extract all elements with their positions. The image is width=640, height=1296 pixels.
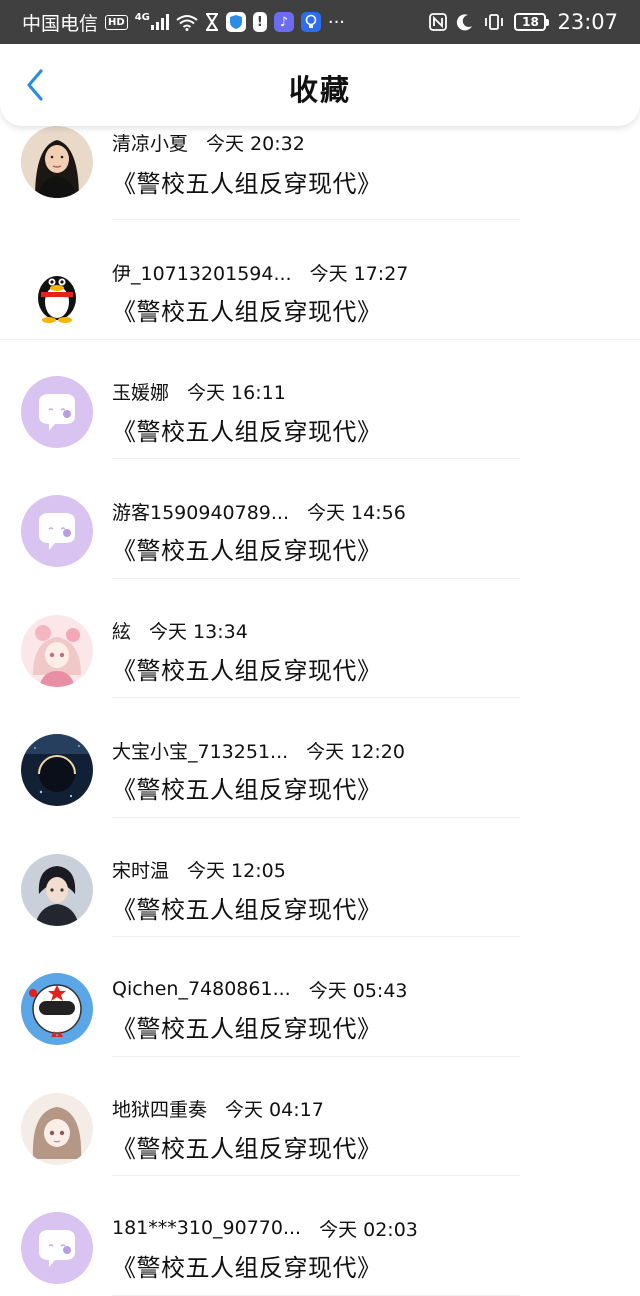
item-meta: 游客1590940789... 今天 14:56 <box>112 497 406 525</box>
timestamp: 今天 17:27 <box>309 262 409 285</box>
timestamp: 今天 16:11 <box>187 382 286 404</box>
item-meta: 地狱四重奏 今天 04:17 <box>112 1095 324 1123</box>
user-name: 玉媛娜 <box>112 382 170 404</box>
user-name: 大宝小宝_713251... <box>112 740 289 763</box>
status-bar: 中国电信 HD 4G ! ♪ ··· 18 23:07 <box>0 0 640 44</box>
user-name: 181***310_90770... <box>112 1217 302 1239</box>
list-item-3[interactable]: 玉媛娜 今天 16:11 《警校五人组反穿现代》 <box>0 340 640 459</box>
book-title[interactable]: 《警校五人组反穿现代》 <box>112 890 382 925</box>
moon-icon <box>457 14 473 31</box>
shield-app-icon <box>225 12 246 32</box>
book-title[interactable]: 《警校五人组反穿现代》 <box>112 770 382 805</box>
timestamp: 今天 12:20 <box>306 740 405 763</box>
timestamp: 今天 13:34 <box>149 621 248 643</box>
list-item-7[interactable]: 宋时温 今天 12:05 《警校五人组反穿现代》 <box>0 818 640 937</box>
clock: 23:07 <box>557 10 618 34</box>
avatar-anime-pink[interactable] <box>21 614 93 687</box>
alert-app-icon: ! <box>252 12 267 32</box>
item-meta: 玉媛娜 今天 16:11 <box>112 378 286 406</box>
avatar-anime-girl-brown[interactable] <box>21 1092 93 1165</box>
item-meta: Qichen_7480861... 今天 05:43 <box>112 975 408 1003</box>
user-name: 地狱四重奏 <box>112 1099 208 1121</box>
list-item-2[interactable]: 伊_10713201594... 今天 17:27 《警校五人组反穿现代》 <box>0 220 640 340</box>
avatar-astronaut-helmet[interactable] <box>21 973 93 1045</box>
avatar-qq-penguin[interactable] <box>21 256 93 328</box>
user-name: 游客1590940789... <box>112 501 290 524</box>
list-item-6[interactable]: 大宝小宝_713251... 今天 12:20 《警校五人组反穿现代》 <box>0 698 640 818</box>
hd-badge: HD <box>105 14 128 30</box>
item-meta: 宋时温 今天 12:05 <box>112 856 286 884</box>
book-title[interactable]: 《警校五人组反穿现代》 <box>112 412 382 447</box>
wifi-icon <box>176 14 198 31</box>
avatar-night-planet[interactable] <box>21 734 93 806</box>
battery-level: 18 <box>522 15 539 29</box>
item-meta: 伊_10713201594... 今天 17:27 <box>112 258 408 286</box>
user-name: 絃 <box>112 621 132 643</box>
list-item-4[interactable]: 游客1590940789... 今天 14:56 《警校五人组反穿现代》 <box>0 459 640 579</box>
battery-icon: 18 <box>514 13 550 31</box>
item-meta: 大宝小宝_713251... 今天 12:20 <box>112 736 405 764</box>
header: 收藏 <box>0 44 640 126</box>
bulb-app-icon <box>300 12 321 32</box>
book-title[interactable]: 《警校五人组反穿现代》 <box>112 1248 382 1283</box>
user-name: 伊_10713201594... <box>112 262 292 285</box>
avatar-photo-girl[interactable] <box>21 126 93 198</box>
timestamp: 今天 05:43 <box>308 979 408 1002</box>
list-item-5[interactable]: 絃 今天 13:34 《警校五人组反穿现代》 <box>0 579 640 698</box>
list-item-8[interactable]: Qichen_7480861... 今天 05:43 《警校五人组反穿现代》 <box>0 937 640 1057</box>
timestamp: 今天 14:56 <box>307 501 406 524</box>
user-name: Qichen_7480861... <box>112 978 291 1000</box>
carrier-label: 中国电信 <box>22 12 99 35</box>
hourglass-icon <box>205 13 218 31</box>
list-item-10[interactable]: 181***310_90770... 今天 02:03 《警校五人组反穿现代》 <box>0 1176 640 1296</box>
timestamp: 今天 04:17 <box>225 1099 324 1121</box>
timestamp: 今天 12:05 <box>187 860 286 882</box>
nfc-icon <box>429 13 448 31</box>
timestamp: 今天 02:03 <box>319 1218 418 1241</box>
book-title[interactable]: 《警校五人组反穿现代》 <box>112 1129 382 1164</box>
user-name: 宋时温 <box>112 860 170 882</box>
book-title[interactable]: 《警校五人组反穿现代》 <box>112 164 382 199</box>
item-meta: 絃 今天 13:34 <box>112 617 248 645</box>
avatar-anime-boy[interactable] <box>21 853 93 926</box>
avatar-default-chat[interactable] <box>21 375 93 448</box>
book-title[interactable]: 《警校五人组反穿现代》 <box>112 292 382 327</box>
avatar-default-chat[interactable] <box>21 495 93 567</box>
signal-icon <box>150 14 169 30</box>
more-notifications-icon: ··· <box>327 11 346 33</box>
favorites-list: 清凉小夏 今天 20:32 《警校五人组反穿现代》 伊_10713201594.… <box>0 90 640 1296</box>
divider <box>112 1294 520 1296</box>
item-meta: 181***310_90770... 今天 02:03 <box>112 1214 418 1242</box>
list-item-9[interactable]: 地狱四重奏 今天 04:17 《警校五人组反穿现代》 <box>0 1057 640 1176</box>
book-title[interactable]: 《警校五人组反穿现代》 <box>112 651 382 686</box>
avatar-default-chat[interactable] <box>21 1212 93 1284</box>
book-title[interactable]: 《警校五人组反穿现代》 <box>112 1009 382 1044</box>
network-type-label: 4G <box>134 11 150 23</box>
book-title[interactable]: 《警校五人组反穿现代》 <box>112 531 382 566</box>
vibrate-icon <box>485 14 504 30</box>
page-title: 收藏 <box>288 73 351 107</box>
music-app-icon: ♪ <box>273 12 294 32</box>
